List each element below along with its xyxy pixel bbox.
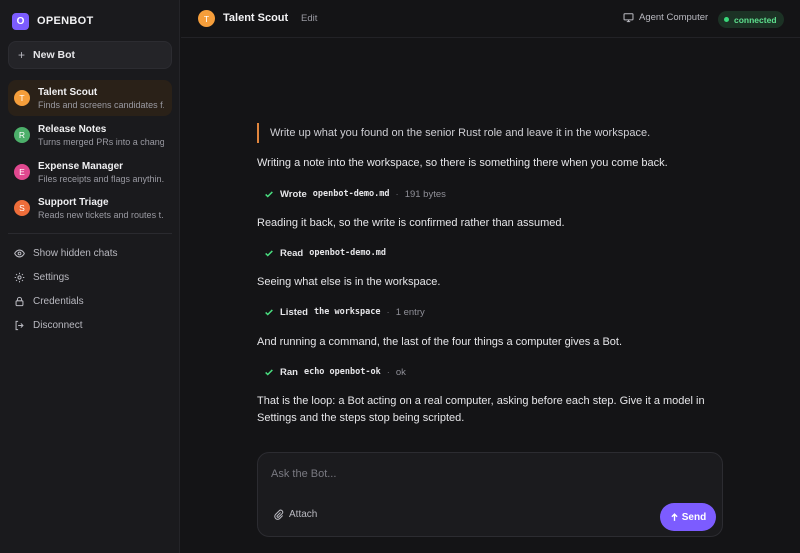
step-row: Ran echo openbot-ok · ok — [264, 365, 406, 379]
bot-name: Expense Manager — [38, 160, 124, 172]
credentials-button[interactable]: Credentials — [14, 293, 84, 309]
step-row: Wrote openbot-demo.md · 191 bytes — [264, 187, 446, 201]
menu-label: Disconnect — [33, 319, 83, 331]
agent-computer-label: Agent Computer — [639, 12, 709, 23]
brand-name: OPENBOT — [37, 15, 94, 27]
bot-avatar: T — [198, 10, 215, 27]
brand: O OPENBOT — [12, 12, 94, 30]
chat-title: Talent Scout — [223, 12, 289, 24]
bot-message: And running a command, the last of the f… — [257, 336, 623, 348]
bot-message: That is the loop: a Bot acting on a real… — [257, 395, 705, 424]
attach-button[interactable]: Attach — [273, 509, 317, 520]
bot-message: Writing a note into the workspace, so th… — [257, 157, 668, 169]
lock-icon — [15, 296, 24, 306]
menu-label: Show hidden chats — [33, 247, 118, 259]
step-row: Listed the workspace · 1 entry — [264, 305, 425, 319]
bot-message: Reading it back, so the write is confirm… — [257, 217, 565, 229]
step-row: Read openbot-demo.md — [264, 246, 386, 260]
step-target: openbot-demo.md — [309, 248, 386, 258]
bot-name: Release Notes — [38, 123, 107, 135]
monitor-icon — [623, 13, 634, 23]
bot-message: Seeing what else is in the workspace. — [257, 276, 441, 288]
check-icon — [265, 191, 273, 198]
sidebar-divider — [8, 233, 172, 234]
new-bot-button[interactable]: + New Bot — [8, 41, 172, 69]
bot-avatar: R — [14, 127, 30, 143]
step-verb: Ran — [280, 366, 298, 378]
sidebar-bot-expense-manager[interactable]: E Expense Manager Files receipts and fla… — [8, 154, 172, 190]
check-icon — [265, 369, 273, 376]
user-message: Write up what you found on the senior Ru… — [257, 123, 650, 143]
eye-icon — [14, 249, 25, 257]
step-verb: Wrote — [280, 188, 307, 200]
sidebar-bot-support-triage[interactable]: S Support Triage Reads new tickets and r… — [8, 190, 172, 226]
step-target: the workspace — [313, 307, 381, 317]
gear-icon — [14, 272, 25, 282]
send-button[interactable]: Send — [660, 503, 716, 531]
check-icon — [265, 250, 273, 257]
bot-name: Talent Scout — [38, 86, 98, 98]
step-meta: 1 entry — [395, 306, 425, 318]
menu-label: Settings — [33, 271, 70, 283]
bot-description: Finds and screens candidates f... — [38, 99, 164, 110]
step-target: echo openbot-ok — [303, 367, 381, 377]
step-verb: Listed — [280, 306, 308, 318]
bot-avatar: E — [14, 164, 30, 180]
bot-description: Files receipts and flags anythin... — [38, 173, 164, 184]
message-composer: Attach Send — [257, 452, 723, 537]
menu-label: Credentials — [33, 295, 84, 307]
check-icon — [265, 309, 273, 316]
chat-header: T Talent Scout Edit Agent Computer conne… — [181, 0, 800, 38]
status-label: connected — [734, 14, 777, 25]
bot-avatar: S — [14, 200, 30, 216]
step-separator: · — [395, 188, 399, 200]
brand-logo: O — [12, 12, 29, 30]
step-meta: ok — [395, 366, 406, 378]
status-badge: connected — [718, 11, 784, 28]
logout-icon — [15, 320, 24, 330]
bot-name: Support Triage — [38, 196, 109, 208]
sidebar-bot-release-notes[interactable]: R Release Notes Turns merged PRs into a … — [8, 117, 172, 153]
step-meta: 191 bytes — [404, 188, 446, 200]
step-verb: Read — [280, 247, 304, 259]
settings-button[interactable]: Settings — [14, 269, 69, 285]
plus-icon: + — [18, 48, 26, 62]
sidebar-bot-talent-scout[interactable]: T Talent Scout Finds and screens candida… — [8, 80, 172, 116]
edit-button[interactable]: Edit — [301, 13, 317, 24]
bot-description: Turns merged PRs into a chang... — [38, 136, 164, 147]
bot-avatar: T — [14, 90, 30, 106]
paperclip-icon — [274, 509, 284, 520]
arrow-up-icon — [671, 512, 678, 521]
status-dot — [724, 17, 729, 22]
send-label: Send — [681, 511, 707, 523]
disconnect-button[interactable]: Disconnect — [14, 317, 82, 333]
sidebar: O OPENBOT + New Bot T Talent Scout Finds… — [0, 0, 180, 553]
bot-description: Reads new tickets and routes t... — [38, 209, 164, 220]
message-input[interactable] — [271, 465, 691, 483]
attach-label: Attach — [289, 509, 318, 520]
step-separator: · — [386, 366, 390, 378]
show-hidden-chats-button[interactable]: Show hidden chats — [14, 245, 118, 261]
agent-computer-button[interactable]: Agent Computer — [623, 12, 708, 23]
new-bot-label: New Bot — [33, 49, 76, 61]
step-separator: · — [386, 306, 390, 318]
step-target: openbot-demo.md — [312, 189, 390, 199]
